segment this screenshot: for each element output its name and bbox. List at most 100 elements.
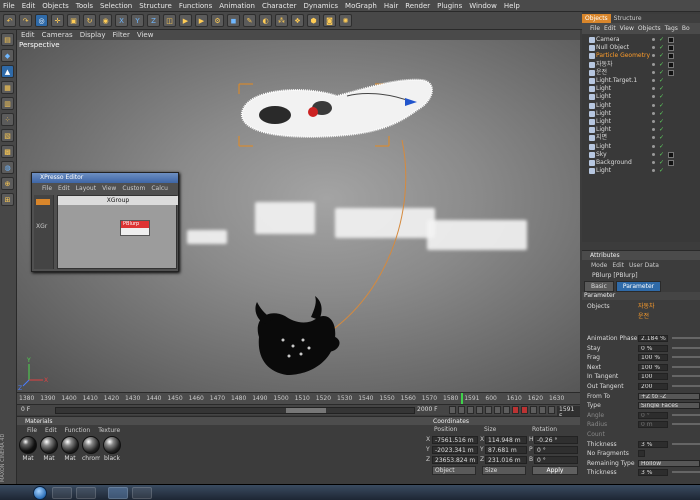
- visibility-dot[interactable]: [652, 128, 655, 132]
- menu-character[interactable]: Character: [262, 2, 297, 10]
- texture-mode-icon[interactable]: ▦: [1, 81, 14, 94]
- taskbar-app-icon[interactable]: [132, 487, 152, 499]
- object-name[interactable]: Light.Target.1: [596, 77, 637, 85]
- menu-selection[interactable]: Selection: [100, 2, 132, 10]
- keyframe-selection-icon[interactable]: [530, 406, 537, 414]
- undo-icon[interactable]: ↶: [3, 14, 16, 27]
- visibility-dot[interactable]: [652, 136, 655, 140]
- visibility-dot[interactable]: [652, 95, 655, 99]
- visibility-dot[interactable]: [652, 38, 655, 41]
- object-name[interactable]: Light: [596, 167, 611, 175]
- rotate-icon[interactable]: ↻: [83, 14, 96, 27]
- light-icon[interactable]: ✺: [339, 14, 352, 27]
- materials-menu-function[interactable]: Function: [65, 427, 91, 434]
- object-row[interactable]: 운전 ✓: [582, 69, 700, 77]
- time-slider-thumb[interactable]: [286, 408, 326, 413]
- render-settings-icon[interactable]: ⚙: [211, 14, 224, 27]
- object-row[interactable]: Light ✓: [582, 110, 700, 118]
- object-name[interactable]: 운전: [596, 69, 607, 77]
- xpresso-editor-window[interactable]: XPresso Editor File Edit Layout View Custom C…: [31, 172, 179, 272]
- object-row[interactable]: Camera ✓: [582, 36, 700, 44]
- material-item[interactable]: Mat: [61, 436, 79, 464]
- object-tag-icon[interactable]: [668, 53, 674, 60]
- attributes-menu-mode[interactable]: Mode: [591, 262, 607, 269]
- visibility-dot[interactable]: [652, 161, 655, 164]
- parameter-value[interactable]: 3 %: [638, 469, 668, 477]
- enabled-check-icon[interactable]: ✓: [659, 52, 664, 60]
- object-row[interactable]: Light ✓: [582, 85, 700, 93]
- render-view-icon[interactable]: ▶: [179, 14, 192, 27]
- menu-mograph[interactable]: MoGraph: [345, 2, 377, 10]
- camera-icon[interactable]: ◙: [323, 14, 336, 27]
- object-name[interactable]: 자동차: [596, 61, 613, 69]
- visibility-dot[interactable]: [652, 152, 655, 156]
- taskbar-cinema4d-icon[interactable]: [108, 487, 128, 499]
- object-row[interactable]: Light ✓: [582, 93, 700, 101]
- object-row[interactable]: 지면 ✓: [582, 134, 700, 142]
- pblurp-node[interactable]: PBlurp: [120, 220, 150, 236]
- next-frame-icon[interactable]: [485, 406, 492, 414]
- menu-objects[interactable]: Objects: [42, 2, 68, 10]
- menu-dynamics[interactable]: Dynamics: [304, 2, 339, 10]
- xpresso-menu-calcu[interactable]: Calcu: [151, 185, 168, 192]
- array-icon[interactable]: ⁂: [275, 14, 288, 27]
- object-menu-file[interactable]: File: [590, 25, 600, 32]
- material-item[interactable]: chrom: [82, 436, 100, 464]
- object-name[interactable]: Light: [596, 126, 611, 134]
- visibility-dot[interactable]: [652, 46, 655, 50]
- next-key-icon[interactable]: [494, 406, 501, 414]
- enabled-check-icon[interactable]: ✓: [659, 85, 664, 93]
- object-menu-tags[interactable]: Tags: [665, 25, 678, 32]
- parameter-slider[interactable]: [672, 423, 700, 426]
- object-tag-icon[interactable]: [668, 61, 674, 68]
- parameter-value[interactable]: 0 %: [638, 344, 668, 352]
- enabled-check-icon[interactable]: ✓: [659, 69, 664, 77]
- play-icon[interactable]: [476, 406, 483, 414]
- tab-objects[interactable]: Objects: [582, 14, 611, 23]
- menu-file[interactable]: File: [3, 2, 15, 10]
- xpresso-graph-area[interactable]: XGroup PBlurp: [57, 195, 178, 269]
- parameter-slider[interactable]: [672, 346, 700, 349]
- size-field[interactable]: 114.948 m: [485, 436, 527, 444]
- visibility-dot[interactable]: [652, 54, 655, 58]
- taskbar-ie-icon[interactable]: [52, 487, 72, 499]
- enabled-check-icon[interactable]: ✓: [659, 143, 664, 151]
- visibility-dot[interactable]: [652, 70, 655, 74]
- autokey-icon[interactable]: [521, 406, 528, 414]
- deformer-icon[interactable]: ❖: [291, 14, 304, 27]
- object-row[interactable]: 자동차 ✓: [582, 61, 700, 69]
- apply-button[interactable]: Apply: [532, 466, 578, 475]
- menu-animation[interactable]: Animation: [219, 2, 255, 10]
- material-item[interactable]: Mat: [19, 436, 37, 464]
- object-row[interactable]: Light ✓: [582, 126, 700, 134]
- parameter-value[interactable]: Single Faces: [638, 402, 700, 410]
- viewport-menu-display[interactable]: Display: [80, 31, 106, 39]
- axis-mode-icon[interactable]: ⊞: [1, 193, 14, 206]
- visibility-dot[interactable]: [652, 79, 655, 82]
- position-field[interactable]: 23653.824 m: [432, 456, 478, 464]
- visibility-dot[interactable]: [652, 103, 655, 107]
- menu-structure[interactable]: Structure: [139, 2, 172, 10]
- coordinate-system-icon[interactable]: ◫: [163, 14, 176, 27]
- viewport-menu-cameras[interactable]: Cameras: [42, 31, 73, 39]
- xpresso-menu-layout[interactable]: Layout: [76, 185, 96, 192]
- visibility-dot[interactable]: [652, 111, 655, 115]
- object-name[interactable]: Light: [596, 85, 611, 93]
- time-slider[interactable]: [55, 407, 415, 414]
- go-to-start-icon[interactable]: [449, 406, 456, 414]
- attributes-menu-edit[interactable]: Edit: [612, 262, 624, 269]
- object-name[interactable]: Particle Geometry: [596, 52, 650, 60]
- enabled-check-icon[interactable]: ✓: [659, 93, 664, 101]
- scale-icon[interactable]: ▣: [67, 14, 80, 27]
- xpresso-title[interactable]: XPresso Editor: [32, 173, 178, 183]
- snap-icon[interactable]: ⊕: [1, 177, 14, 190]
- object-tag-icon[interactable]: [668, 45, 674, 52]
- object-tag-icon[interactable]: [668, 151, 674, 158]
- object-mode-icon[interactable]: ▲: [1, 65, 14, 78]
- start-frame[interactable]: 0 F: [21, 406, 30, 413]
- live-select-icon[interactable]: ◎: [35, 14, 48, 27]
- object-name[interactable]: Light: [596, 102, 611, 110]
- record-icon[interactable]: [512, 406, 519, 414]
- objects-value-1[interactable]: 자동차: [638, 302, 655, 311]
- prev-frame-icon[interactable]: [467, 406, 474, 414]
